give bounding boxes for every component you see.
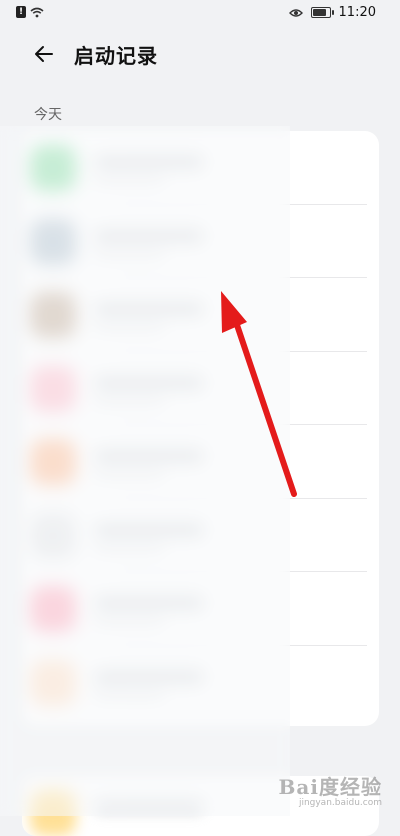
wifi-icon [30, 7, 44, 17]
page-title: 启动记录 [74, 44, 158, 68]
status-bar-left: ! [16, 6, 44, 18]
eye-icon [288, 8, 303, 17]
watermark-logo: Bai度经验 [278, 775, 382, 799]
battery-icon [310, 7, 334, 18]
header: 启动记录 [0, 36, 400, 72]
watermark-url: jingyan.baidu.com [298, 798, 382, 808]
arrow-left-icon[interactable] [32, 42, 56, 66]
watermark: Bai度经验 jingyan.baidu.com [279, 771, 382, 808]
alert-icon: ! [16, 6, 26, 18]
status-time: 11:20 [338, 5, 376, 20]
status-bar: ! 11:20 [0, 0, 400, 26]
section-label-today: 今天 [34, 107, 62, 123]
blur-overlay [0, 126, 290, 816]
status-bar-right: 11:20 [288, 5, 376, 20]
battery-fill [312, 9, 326, 16]
